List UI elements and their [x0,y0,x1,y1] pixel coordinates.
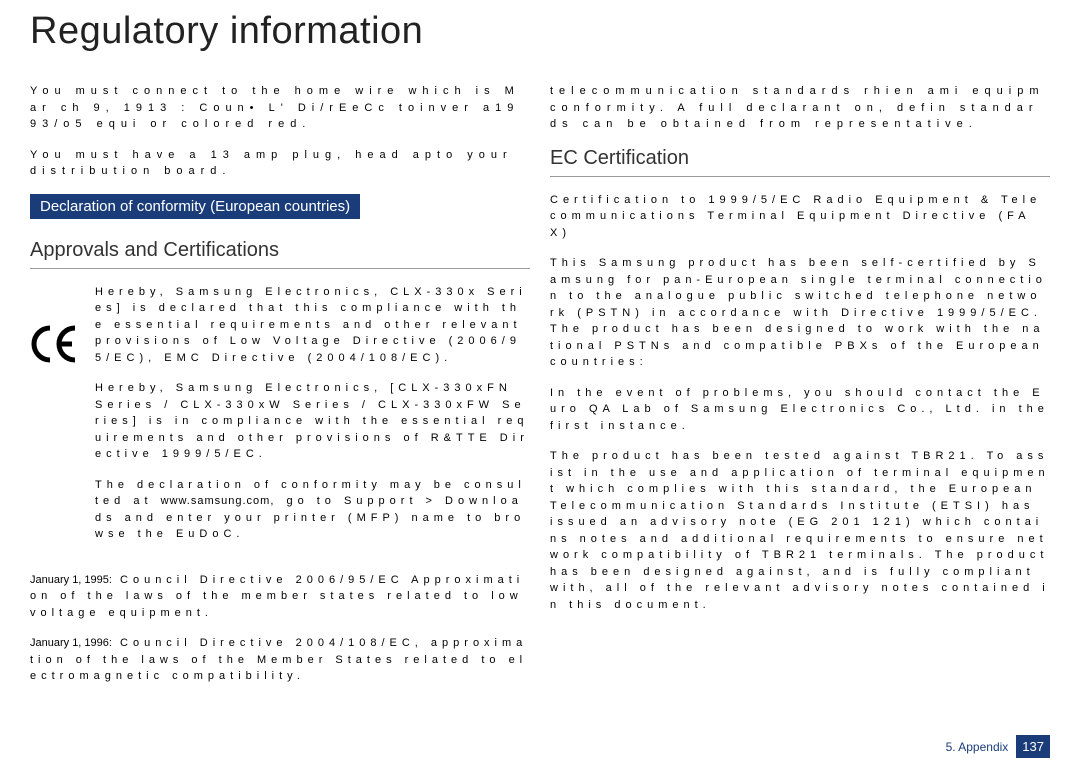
page-footer: 5. Appendix 137 [946,735,1050,758]
main-columns: You must connect to the home wire which … [30,83,1050,699]
ce-paragraph-3: The declaration of conformity may be con… [95,477,530,543]
footer-appendix-label: 5. Appendix [946,740,1009,754]
date-1995-line: January 1, 1995: Council Directive 2006/… [30,572,530,622]
date-1995-prefix: January 1, 1995: [30,574,112,586]
top-left-paragraph-2: You must have a 13 amp plug, head apto y… [30,147,530,180]
ce-mark-icon [30,324,80,364]
ec-paragraph-1: Certification to 1999/5/EC Radio Equipme… [550,192,1050,242]
date-1996-prefix: January 1, 1996: [30,637,112,649]
ec-certification-heading: EC Certification [550,147,1050,177]
left-column: You must connect to the home wire which … [30,83,530,699]
page-title: Regulatory information [30,10,1050,53]
top-right-paragraph: telecommunication standards rhien ami eq… [550,83,1050,133]
right-column: telecommunication standards rhien ami eq… [550,83,1050,699]
ce-content: Hereby, Samsung Electronics, CLX-330x Se… [95,284,530,557]
date-1996-line: January 1, 1996: Council Directive 2004/… [30,635,530,685]
ce-row: Hereby, Samsung Electronics, CLX-330x Se… [30,284,530,557]
ce-paragraph-2: Hereby, Samsung Electronics, [CLX-330xFN… [95,380,530,463]
declaration-conformity-header: Declaration of conformity (European coun… [30,194,360,219]
footer-page-number: 137 [1016,735,1050,758]
ec-paragraph-3: In the event of problems, you should con… [550,385,1050,435]
ec-paragraph-2: This Samsung product has been self-certi… [550,255,1050,371]
samsung-link[interactable]: www.samsung.com [161,495,271,507]
approvals-heading: Approvals and Certifications [30,239,530,269]
top-left-paragraph-1: You must connect to the home wire which … [30,83,530,133]
ec-paragraph-4: The product has been tested against TBR2… [550,448,1050,613]
ce-paragraph-1: Hereby, Samsung Electronics, CLX-330x Se… [95,284,530,367]
